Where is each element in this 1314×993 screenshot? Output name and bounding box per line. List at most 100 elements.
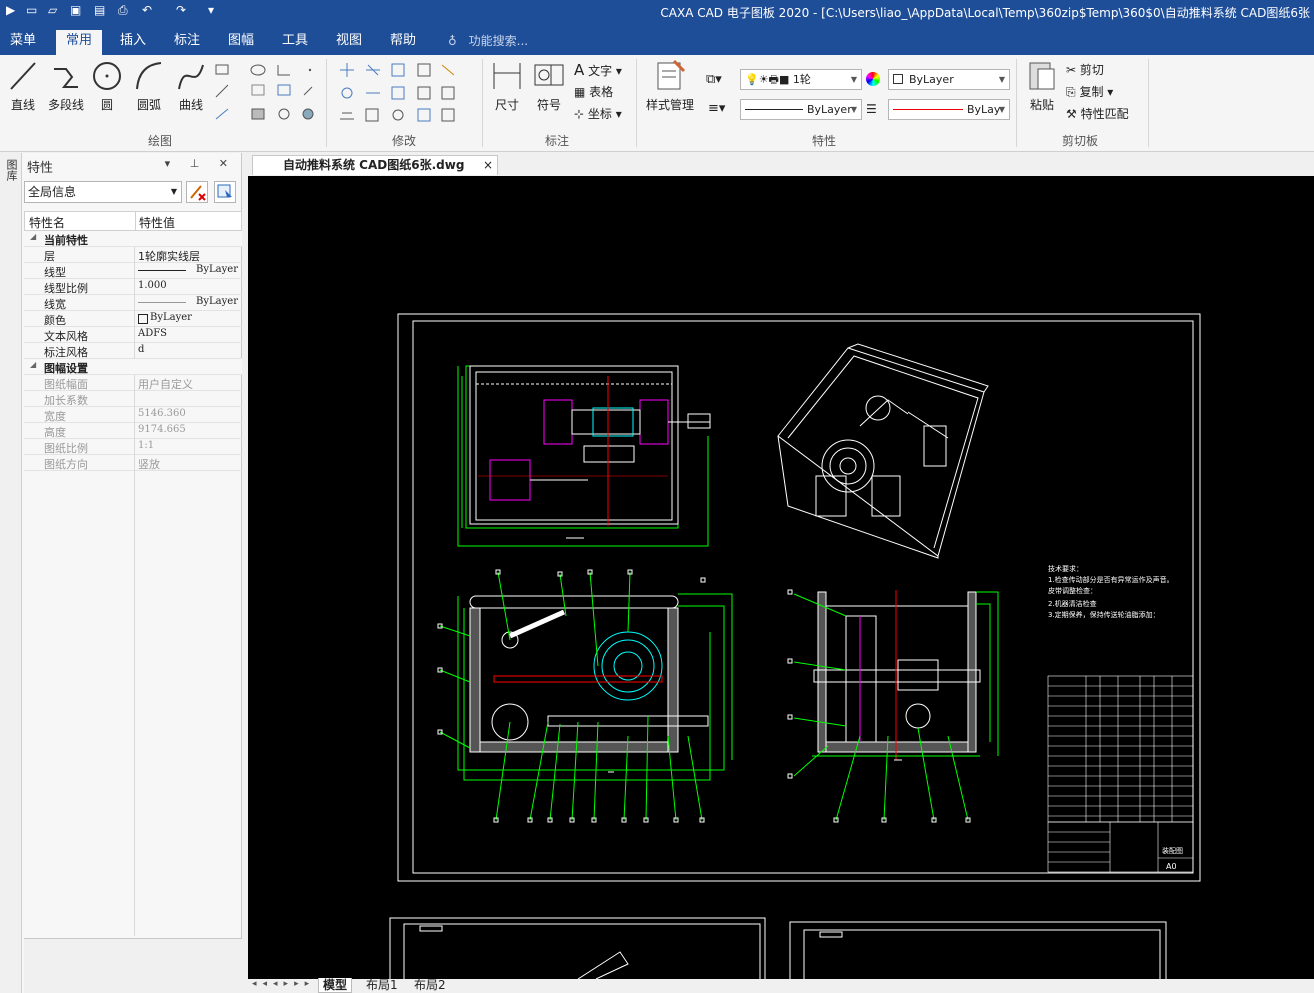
open-file-icon[interactable]: ▱ (48, 3, 57, 17)
property-row[interactable]: 线型 ByLayer (24, 263, 242, 279)
library-tab[interactable]: 图库 (3, 159, 18, 181)
property-row[interactable]: 层 1轮廓实线层 (24, 247, 242, 263)
drawing-canvas[interactable]: 技术要求： 1.检查传动部分是否有异常运作及声音。 皮带调整检查： 2.机器清洁… (248, 176, 1314, 979)
property-row[interactable]: 加长系数 (24, 391, 242, 407)
text-button[interactable]: A 文字 ▾ (574, 61, 622, 79)
tab-model[interactable]: 模型 (318, 978, 353, 993)
line-button[interactable]: 直线 (6, 59, 40, 113)
style-manage-button[interactable]: 样式管理 (642, 59, 698, 113)
group-label-properties: 特性 (812, 134, 837, 148)
layer-manager-icon[interactable]: ⧉▾ (706, 72, 722, 88)
copy-button[interactable]: ⎘ 复制 ▾ (1066, 83, 1113, 101)
property-row[interactable]: 图纸方向 竖放 (24, 455, 242, 471)
layout-nav-arrows[interactable]: ◂◂◂▸▸▸ (252, 979, 315, 989)
property-row[interactable]: 图纸幅面 用户自定义 (24, 375, 242, 391)
linewidth-icon[interactable]: ☰ (866, 102, 882, 118)
polyline-button[interactable]: 多段线 (44, 59, 88, 113)
quick-select-button[interactable] (214, 181, 236, 203)
clear-selection-icon (190, 185, 206, 201)
app-logo-icon[interactable]: ▶ (6, 3, 15, 17)
color-wheel-icon[interactable] (866, 72, 880, 86)
tab-help[interactable]: 帮助 (380, 30, 426, 55)
window-title: CAXA CAD 电子图板 2020 - [C:\Users\liao_\App… (660, 6, 1310, 20)
arc-button[interactable]: 圆弧 (132, 59, 166, 113)
group-label-modify: 修改 (392, 134, 417, 148)
collapse-triangle-icon[interactable]: ◢ (30, 232, 36, 241)
dimension-icon (493, 63, 521, 89)
group-label-clipboard: 剪切板 (1062, 134, 1099, 148)
linetype-combo[interactable]: ByLayer ▼ (740, 99, 862, 120)
ribbon: 直线 多段线 圆 圆弧 曲线 绘图 修改 尺寸 符号 A 文字 ▾ ▦ 表格 ⊹… (0, 55, 1314, 152)
properties-scope-combo[interactable]: 全局信息 ▼ (24, 181, 182, 203)
property-row[interactable]: 颜色 ByLayer (24, 311, 242, 327)
linewidth-sample (893, 109, 963, 110)
section-sheet-settings[interactable]: ◢ 图幅设置 (24, 359, 242, 375)
style-manage-icon (657, 59, 686, 90)
linetype-icon[interactable]: ≡▾ (708, 101, 725, 117)
section-current-properties[interactable]: ◢ 当前特性 (24, 231, 242, 247)
color-swatch-icon (138, 314, 148, 324)
function-search[interactable]: ♁ 功能搜索... (448, 31, 528, 51)
circle-button[interactable]: 圆 (90, 59, 124, 113)
properties-table: 特性名 特性值 ◢ 当前特性 层 1轮廓实线层 线型 ByLayer 线型比例 1.0… (24, 211, 242, 471)
undo-icon[interactable]: ↶ (142, 3, 152, 17)
new-file-icon[interactable]: ▭ (26, 3, 37, 17)
coordinate-button[interactable]: ⊹ 坐标 ▾ (574, 105, 622, 123)
color-combo[interactable]: ByLayer ▼ (888, 69, 1010, 90)
curve-button[interactable]: 曲线 (174, 59, 208, 113)
property-row[interactable]: 宽度 5146.360 (24, 407, 242, 423)
tab-view[interactable]: 视图 (326, 30, 372, 55)
lightbulb-icon: ♁ (448, 34, 457, 48)
save-icon[interactable]: ▣ (70, 3, 81, 17)
tab-sheet[interactable]: 图幅 (218, 30, 264, 55)
property-row[interactable]: 线宽 ByLayer (24, 295, 242, 311)
tab-annotate[interactable]: 标注 (164, 30, 210, 55)
symbol-button[interactable]: 符号 (532, 59, 566, 113)
print-icon[interactable]: ⎙ (118, 3, 128, 18)
close-tab-icon[interactable]: × (483, 156, 493, 174)
brush-icon: ⚒ (1066, 107, 1077, 121)
polyline-icon (54, 68, 78, 88)
property-row[interactable]: 文本风格 ADFS (24, 327, 242, 343)
tab-common[interactable]: 常用 (56, 30, 103, 55)
match-properties-button[interactable]: ⚒ 特性匹配 (1066, 105, 1129, 123)
tab-layout2[interactable]: 布局2 (410, 978, 450, 993)
panel-controls[interactable]: ▾ ⊥ ✕ (165, 157, 236, 170)
redo-icon[interactable]: ↷ (176, 3, 186, 17)
save-all-icon[interactable]: ▤ (94, 3, 105, 17)
paste-button[interactable]: 粘贴 (1024, 59, 1060, 113)
cut-button[interactable]: ✂ 剪切 (1066, 61, 1104, 79)
clear-selection-button[interactable] (186, 181, 208, 203)
document-tab[interactable]: 自动推料系统 CAD图纸6张.dwg × (252, 155, 498, 175)
tech-note-line: 2.机器清洁检查 (1048, 599, 1097, 608)
tab-tools[interactable]: 工具 (272, 30, 318, 55)
linewidth-combo[interactable]: ByLay ▼ (888, 99, 1010, 120)
symbol-icon (534, 64, 564, 86)
layer-combo[interactable]: 💡☀🖶■ 1轮 ▼ (740, 69, 862, 90)
quick-access-dropdown-icon[interactable]: ▾ (208, 3, 214, 17)
properties-description-area (24, 938, 242, 993)
collapse-triangle-icon[interactable]: ◢ (30, 360, 36, 369)
tech-note-line: 技术要求： (1048, 564, 1083, 573)
property-row[interactable]: 图纸比例 1:1 (24, 439, 242, 455)
property-row[interactable]: 标注风格 d (24, 343, 242, 359)
ribbon-tab-bar: 菜单 常用 插入 标注 图幅 工具 视图 帮助 ♁ 功能搜索... (0, 26, 1314, 55)
layer-state-icons: 💡☀🖶■ (745, 73, 793, 86)
technical-notes: 技术要求： 1.检查传动部分是否有异常运作及声音。 皮带调整检查： 2.机器清洁… (1048, 564, 1174, 619)
table-button[interactable]: ▦ 表格 (574, 83, 613, 101)
parts-list (1047, 675, 1194, 873)
tab-insert[interactable]: 插入 (110, 30, 156, 55)
side-strip: 图库 (0, 153, 22, 993)
group-label-draw: 绘图 (148, 134, 173, 148)
document-tab-bar: 自动推料系统 CAD图纸6张.dwg × (248, 153, 1314, 175)
draw-tools-icons[interactable] (214, 63, 314, 125)
property-row[interactable]: 高度 9174.665 (24, 423, 242, 439)
tab-menu[interactable]: 菜单 (0, 30, 46, 55)
properties-panel: 特性 ▾ ⊥ ✕ 全局信息 ▼ 特性名 特性值 ◢ 当前特性 层 1轮廓实线层 线型… (22, 153, 242, 993)
top-view (457, 365, 711, 547)
dimension-button[interactable]: 尺寸 (490, 59, 524, 113)
ribbon-separator (482, 59, 483, 147)
modify-tools-icons[interactable] (338, 63, 474, 125)
property-row[interactable]: 线型比例 1.000 (24, 279, 242, 295)
tab-layout1[interactable]: 布局1 (362, 978, 402, 993)
